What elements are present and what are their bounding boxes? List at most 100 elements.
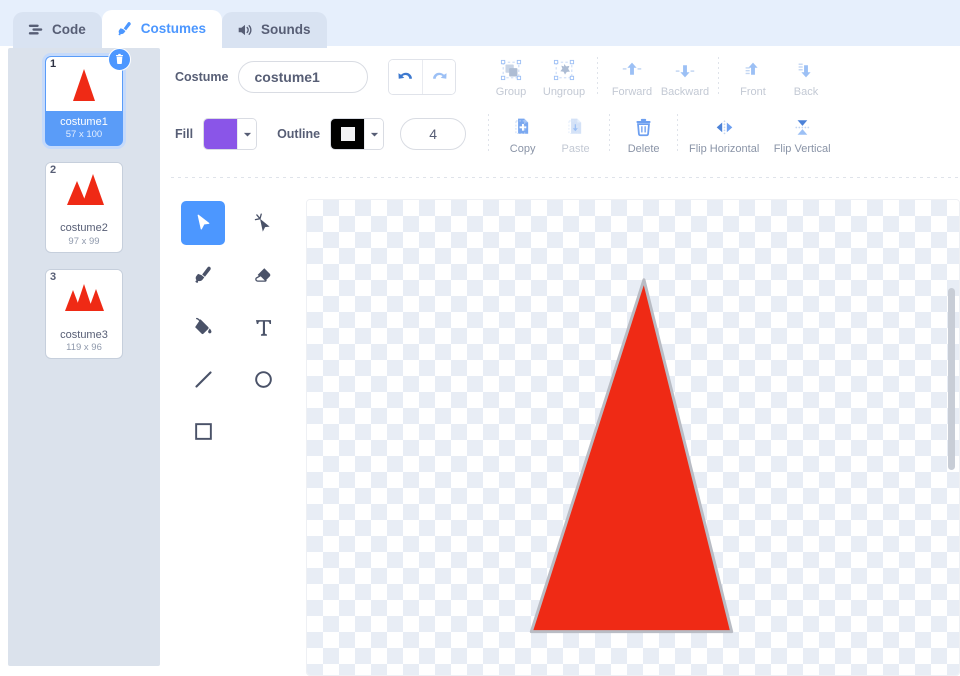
line-icon [194, 370, 212, 388]
copy-button[interactable]: Copy [496, 113, 549, 155]
group-button[interactable]: Group [484, 56, 537, 98]
copy-label: Copy [509, 143, 536, 155]
costume-name-label: costume1 [60, 116, 108, 128]
reshape-icon [254, 212, 270, 232]
flip-horizontal-label: Flip Horizontal [688, 143, 760, 155]
costume-index: 2 [50, 164, 57, 177]
toolbar-row-primary: Costume costume1 Group Ungroup Forward B… [163, 48, 960, 105]
code-icon [27, 21, 45, 39]
toolbar-separator [718, 56, 720, 97]
front-icon [741, 56, 765, 84]
stroke-width-input[interactable] [400, 118, 467, 150]
flip-vertical-label: Flip Vertical [773, 143, 831, 155]
costume-list-item-3[interactable]: 3 costume3 119 x 96 [45, 268, 123, 360]
eraser-tool[interactable] [241, 253, 285, 297]
back-label: Back [793, 85, 819, 98]
tab-code[interactable]: Code [13, 12, 102, 48]
costume-list: 1 costume1 57 x 100 2 costume2 97 x 99 3… [8, 48, 160, 360]
fill-label: Fill [175, 127, 194, 141]
costume-list-item-1[interactable]: 1 costume1 57 x 100 [45, 48, 131, 147]
trash-icon [115, 53, 124, 65]
cursor-arrow-icon [197, 214, 209, 229]
tab-sounds-label: Sounds [261, 22, 311, 38]
backward-icon [673, 56, 697, 84]
text-t-icon [255, 319, 271, 336]
outline-color-swatch [331, 119, 365, 149]
costume-size-label: 119 x 96 [66, 342, 102, 354]
group-controls: Group Ungroup [484, 56, 590, 98]
toolbar-row-secondary: Fill Outline 4 Copy Paste Delete Flip Ho… [163, 105, 960, 163]
fill-color-picker[interactable] [203, 118, 258, 150]
costume-preview-2 [67, 174, 104, 206]
chevron-down-icon [237, 119, 257, 149]
copy-icon [511, 113, 534, 141]
costume-thumbnail [46, 269, 122, 324]
delete-label: Delete [627, 143, 660, 155]
backward-button[interactable]: Backward [658, 56, 711, 98]
tab-costumes-label: Costumes [140, 21, 207, 37]
undo-button[interactable] [389, 59, 423, 94]
redo-button[interactable] [422, 59, 456, 94]
paintbrush-icon [195, 266, 211, 283]
costume-list-item-2[interactable]: 2 costume2 97 x 99 [45, 162, 123, 253]
outline-label: Outline [277, 127, 321, 141]
tab-bar: Code Costumes Sounds [0, 0, 960, 48]
paste-label: Paste [561, 143, 590, 155]
flip-vertical-button[interactable]: Flip Vertical [763, 113, 841, 155]
forward-label: Forward [611, 85, 653, 98]
undo-redo-group [388, 58, 457, 95]
paint-editor-window: Code Costumes Sounds 1 costume1 57 x 100… [0, 0, 960, 676]
ungroup-button[interactable]: Ungroup [537, 56, 590, 98]
line-tool[interactable] [181, 357, 225, 401]
delete-costume-badge[interactable] [108, 48, 131, 71]
select-tool[interactable] [181, 201, 225, 245]
brush-tool[interactable] [181, 253, 225, 297]
costume-index: 1 [50, 58, 57, 70]
front-back-controls: Front Back [726, 56, 832, 98]
toolbar-separator [597, 56, 599, 97]
tab-sounds[interactable]: Sounds [222, 12, 327, 48]
costume-name-input[interactable] [238, 60, 369, 93]
group-icon [499, 56, 523, 84]
front-label: Front [740, 85, 766, 98]
tab-code-label: Code [52, 22, 86, 38]
trash-icon [632, 113, 655, 141]
costume-index: 3 [50, 270, 57, 283]
toolbar-separator [488, 114, 490, 154]
paste-icon [564, 113, 587, 141]
layer-order-controls: Forward Backward [605, 56, 711, 98]
costume-name-label: costume2 [60, 222, 108, 235]
paste-button[interactable]: Paste [549, 113, 602, 155]
tab-costumes[interactable]: Costumes [101, 10, 223, 48]
circle-tool[interactable] [241, 357, 285, 401]
fill-tool[interactable] [181, 305, 225, 349]
eraser-icon [255, 268, 271, 282]
costume-size-label: 97 x 99 [68, 235, 100, 247]
rectangle-tool[interactable] [181, 409, 225, 453]
back-icon [794, 56, 818, 84]
canvas-vertical-scrollbar[interactable] [948, 288, 955, 470]
back-button[interactable]: Back [779, 56, 832, 98]
paint-editor: Costume costume1 Group Ungroup Forward B… [163, 48, 960, 676]
backward-label: Backward [660, 85, 710, 98]
reshape-tool[interactable] [241, 201, 285, 245]
flip-horizontal-button[interactable]: Flip Horizontal [685, 113, 763, 155]
square-icon [194, 422, 212, 440]
costume-thumbnail [46, 163, 122, 218]
forward-button[interactable]: Forward [605, 56, 658, 98]
circle-icon [254, 370, 272, 388]
fill-color-swatch [204, 119, 238, 149]
drawing-canvas[interactable] [306, 199, 960, 676]
tab-list: Code Costumes Sounds [13, 10, 327, 48]
delete-button[interactable]: Delete [617, 113, 670, 155]
tool-palette [173, 201, 293, 453]
paint-bucket-icon [195, 317, 212, 335]
front-button[interactable]: Front [726, 56, 779, 98]
ungroup-icon [552, 56, 576, 84]
chevron-down-icon [364, 119, 384, 149]
paintbrush-icon [116, 20, 134, 38]
costume-name-field-label: Costume [175, 69, 229, 84]
speaker-icon [236, 21, 254, 39]
outline-color-picker[interactable] [330, 118, 385, 150]
text-tool[interactable] [241, 305, 285, 349]
